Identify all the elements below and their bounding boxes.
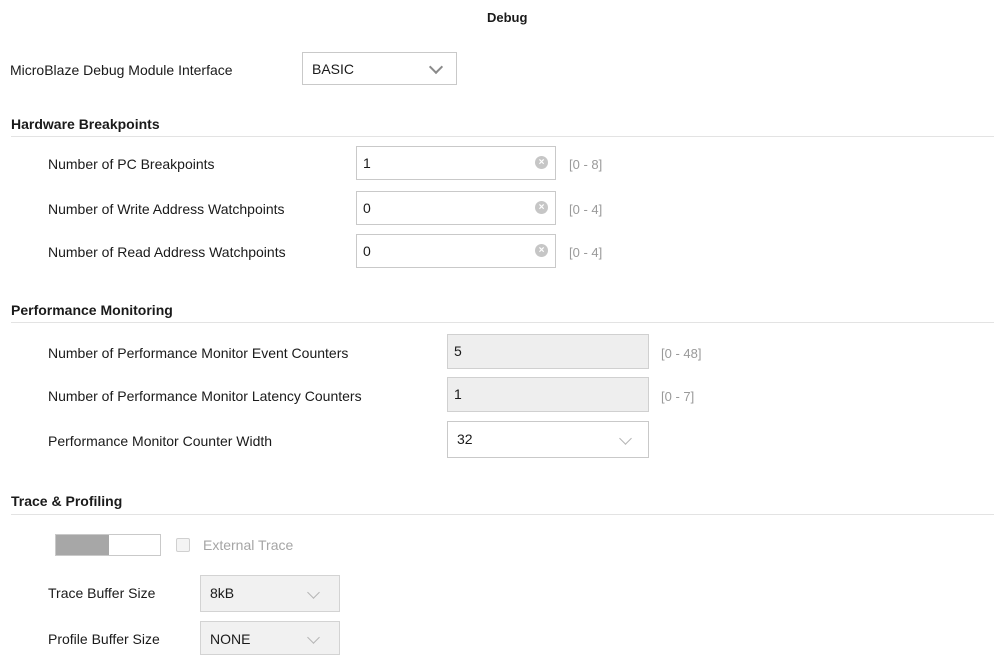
section-divider bbox=[11, 322, 994, 323]
pc-breakpoints-input[interactable]: 1 × bbox=[356, 146, 556, 180]
latency-counters-input[interactable]: 1 bbox=[447, 377, 649, 412]
trace-buffer-label: Trace Buffer Size bbox=[48, 585, 156, 601]
latency-counters-label: Number of Performance Monitor Latency Co… bbox=[48, 388, 362, 404]
toggle-knob bbox=[56, 535, 109, 555]
event-counters-value: 5 bbox=[454, 343, 462, 359]
write-watchpoints-value: 0 bbox=[363, 200, 371, 216]
profile-buffer-label: Profile Buffer Size bbox=[48, 631, 160, 647]
hardware-breakpoints-heading: Hardware Breakpoints bbox=[11, 116, 160, 132]
trace-profiling-heading: Trace & Profiling bbox=[11, 493, 123, 509]
mdm-select[interactable]: BASIC bbox=[302, 52, 457, 85]
page-title: Debug bbox=[487, 10, 528, 25]
counter-width-select[interactable]: 32 bbox=[447, 421, 649, 458]
counter-width-label: Performance Monitor Counter Width bbox=[48, 433, 273, 449]
read-watchpoints-value: 0 bbox=[363, 243, 371, 259]
profile-buffer-value: NONE bbox=[210, 631, 251, 647]
counter-width-value: 32 bbox=[457, 431, 473, 447]
write-watchpoints-input[interactable]: 0 × bbox=[356, 191, 556, 225]
latency-counters-range: [0 - 7] bbox=[661, 389, 695, 404]
read-watchpoints-input[interactable]: 0 × bbox=[356, 234, 556, 268]
write-watchpoints-label: Number of Write Address Watchpoints bbox=[48, 201, 285, 217]
write-watchpoints-range: [0 - 4] bbox=[569, 202, 603, 217]
chevron-down-icon bbox=[307, 631, 320, 644]
trace-toggle[interactable] bbox=[55, 534, 161, 556]
pc-breakpoints-range: [0 - 8] bbox=[569, 157, 603, 172]
chevron-down-icon bbox=[619, 432, 632, 445]
event-counters-label: Number of Performance Monitor Event Coun… bbox=[48, 345, 349, 361]
clear-icon[interactable]: × bbox=[535, 156, 548, 169]
external-trace-checkbox[interactable] bbox=[176, 538, 190, 552]
read-watchpoints-label: Number of Read Address Watchpoints bbox=[48, 244, 286, 260]
event-counters-input[interactable]: 5 bbox=[447, 334, 649, 369]
chevron-down-icon bbox=[307, 586, 320, 599]
mdm-label: MicroBlaze Debug Module Interface bbox=[10, 62, 233, 78]
event-counters-range: [0 - 48] bbox=[661, 346, 702, 361]
latency-counters-value: 1 bbox=[454, 386, 462, 402]
profile-buffer-select[interactable]: NONE bbox=[200, 621, 340, 655]
read-watchpoints-range: [0 - 4] bbox=[569, 245, 603, 260]
pc-breakpoints-value: 1 bbox=[363, 155, 371, 171]
chevron-down-icon bbox=[428, 59, 444, 75]
section-divider bbox=[11, 136, 994, 137]
performance-monitoring-heading: Performance Monitoring bbox=[11, 302, 173, 318]
clear-icon[interactable]: × bbox=[535, 201, 548, 214]
trace-buffer-value: 8kB bbox=[210, 585, 235, 601]
external-trace-label: External Trace bbox=[203, 537, 294, 553]
mdm-select-value: BASIC bbox=[312, 61, 355, 77]
pc-breakpoints-label: Number of PC Breakpoints bbox=[48, 156, 215, 172]
trace-buffer-select[interactable]: 8kB bbox=[200, 575, 340, 612]
clear-icon[interactable]: × bbox=[535, 244, 548, 257]
section-divider bbox=[11, 514, 994, 515]
